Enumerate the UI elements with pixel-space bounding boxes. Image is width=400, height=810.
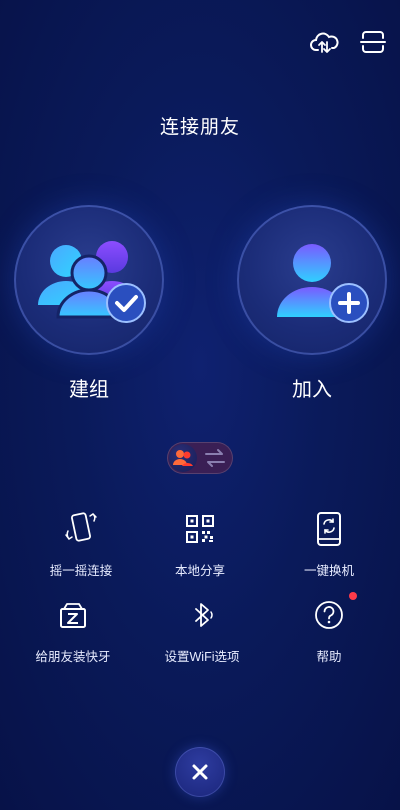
- option-shake-connect[interactable]: 摇一摇连接: [14, 510, 148, 579]
- option-label: 本地分享: [174, 564, 225, 578]
- group-check-icon: [38, 241, 146, 323]
- help-icon: [312, 596, 346, 634]
- switch-mode-icon: [169, 444, 197, 472]
- bluetooth-icon: [185, 596, 219, 634]
- option-label: 一键换机: [303, 564, 354, 578]
- option-wifi-settings[interactable]: 设置WiFi选项: [135, 596, 269, 665]
- join-label: 加入: [292, 379, 332, 401]
- option-label: 摇一摇连接: [49, 564, 113, 578]
- mode-toggle[interactable]: [167, 442, 233, 474]
- option-help[interactable]: 帮助: [262, 592, 396, 665]
- notification-badge: [349, 592, 357, 600]
- option-install-for-friend[interactable]: 给朋友装快牙: [6, 596, 140, 665]
- create-group-button[interactable]: [14, 205, 164, 355]
- create-group-label: 建组: [69, 379, 109, 401]
- option-phone-switch[interactable]: 一键换机: [262, 510, 396, 579]
- cloud-upload-icon[interactable]: [309, 26, 341, 58]
- phone-switch-icon: [312, 510, 346, 548]
- menu-icon[interactable]: [357, 26, 389, 58]
- option-label: 帮助: [316, 650, 342, 664]
- option-local-share[interactable]: 本地分享: [133, 510, 267, 579]
- swap-arrows-icon: [205, 449, 225, 467]
- install-app-icon: [56, 596, 90, 634]
- close-icon: [192, 764, 208, 780]
- qr-code-icon: [183, 510, 217, 548]
- option-label: 给朋友装快牙: [35, 650, 111, 664]
- join-button[interactable]: [237, 205, 387, 355]
- shake-phone-icon: [64, 510, 98, 548]
- user-add-icon: [277, 244, 369, 323]
- option-label: 设置WiFi选项: [164, 650, 240, 664]
- page-title: 连接朋友: [159, 117, 240, 138]
- close-button[interactable]: [175, 747, 225, 797]
